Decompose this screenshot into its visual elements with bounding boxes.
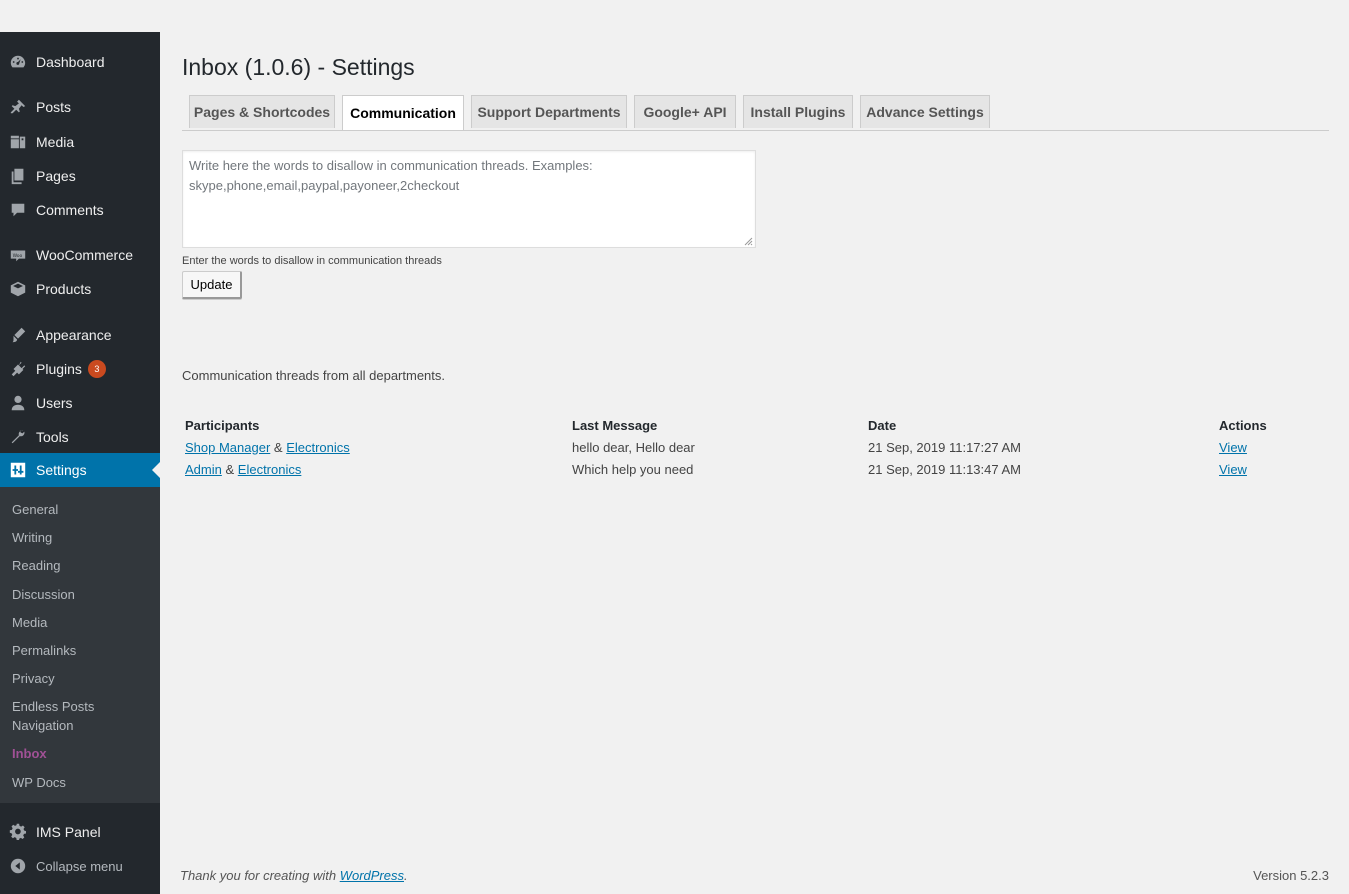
participant-link[interactable]: Electronics [238,462,302,477]
submenu-item-privacy[interactable]: Privacy [12,669,152,688]
participants-cell: Admin & Electronics [185,462,301,477]
settings-icon [8,460,28,480]
sidebar-item-label: Pages [36,168,76,184]
sidebar-item-appearance[interactable]: Appearance [0,318,160,352]
sidebar-item-users[interactable]: Users [0,386,160,420]
sidebar-item-label: Users [36,395,73,411]
sidebar-item-plugins[interactable]: Plugins 3 [0,352,160,386]
tab-install-plugins[interactable]: Install Plugins [743,95,853,128]
update-button[interactable]: Update [182,271,242,299]
column-header-participants: Participants [185,418,260,433]
sidebar-item-label: Products [36,281,92,297]
view-thread-link[interactable]: View [1219,440,1247,455]
sidebar-item-label: Media [36,134,75,150]
sidebar-item-label: Posts [36,99,72,115]
submenu-item-inbox[interactable]: Inbox [12,744,152,763]
submenu-item-endless-posts-navigation[interactable]: Endless Posts Navigation [12,697,122,735]
sidebar-item-woocommerce[interactable]: Woo WooCommerce [0,238,160,272]
submenu-item-reading[interactable]: Reading [12,556,152,575]
plugin-icon [8,359,28,379]
last-message-cell: hello dear, Hello dear [572,440,695,455]
footer-thanks-suffix: . [404,868,408,883]
sidebar-item-settings[interactable]: Settings [0,453,160,487]
settings-tabs: Pages & Shortcodes Communication Support… [182,95,1329,131]
disallowed-words-textarea[interactable] [182,150,756,248]
brush-icon [8,325,28,345]
collapse-menu-label: Collapse menu [36,858,123,874]
plugins-update-badge: 3 [87,360,106,378]
threads-info-text: Communication threads from all departmen… [182,368,446,383]
sidebar-item-label: Tools [36,429,69,445]
submenu-item-wp-docs[interactable]: WP Docs [12,773,152,792]
tab-advance-settings[interactable]: Advance Settings [860,95,990,128]
participant-separator: & [225,462,235,477]
sidebar-item-label: WooCommerce [36,247,133,263]
user-icon [8,393,28,413]
settings-submenu: General Writing Reading Discussion Media… [0,487,160,803]
resize-grip-icon[interactable] [743,236,753,246]
admin-top-bar [0,0,1349,32]
pin-icon [8,97,28,117]
submenu-item-writing[interactable]: Writing [12,528,152,547]
actions-cell: View [1219,462,1247,477]
column-header-last-message: Last Message [572,418,658,433]
view-thread-link[interactable]: View [1219,462,1247,477]
sidebar-item-posts[interactable]: Posts [0,90,160,124]
sidebar-item-label: Plugins [36,361,82,377]
footer-version: Version 5.2.3 [1253,868,1329,883]
submenu-item-permalinks[interactable]: Permalinks [12,641,152,660]
participant-link[interactable]: Electronics [286,440,350,455]
sidebar-item-pages[interactable]: Pages [0,159,160,193]
footer-thanks: Thank you for creating with WordPress. [180,868,408,883]
sidebar-item-ims-panel[interactable]: IMS Panel [0,815,160,849]
sidebar-item-label: Dashboard [36,54,105,70]
tab-pages-shortcodes[interactable]: Pages & Shortcodes [189,95,335,128]
collapse-menu-button[interactable]: Collapse menu [0,849,160,883]
date-cell: 21 Sep, 2019 11:17:27 AM [868,440,1021,455]
date-cell: 21 Sep, 2019 11:13:47 AM [868,462,1021,477]
tab-communication[interactable]: Communication [342,95,464,130]
comment-icon [8,200,28,220]
wrench-icon [8,427,28,447]
media-icon [8,132,28,152]
sidebar-item-tools[interactable]: Tools [0,420,160,454]
sidebar-item-comments[interactable]: Comments [0,193,160,227]
submenu-item-general[interactable]: General [12,500,152,519]
participant-link[interactable]: Shop Manager [185,440,270,455]
column-header-actions: Actions [1219,418,1267,433]
tab-support-departments[interactable]: Support Departments [471,95,627,128]
pages-icon [8,166,28,186]
box-icon [8,279,28,299]
gear-icon [8,822,28,842]
textarea-description: Enter the words to disallow in communica… [182,255,442,267]
wordpress-link[interactable]: WordPress [340,868,404,883]
sidebar-item-label: Settings [36,462,87,478]
sidebar-item-media[interactable]: Media [0,125,160,159]
sidebar-item-products[interactable]: Products [0,272,160,306]
admin-sidebar: Dashboard Posts Media Pages Comments Woo… [0,32,160,894]
sidebar-item-label: IMS Panel [36,824,101,840]
participant-separator: & [273,440,283,455]
participants-cell: Shop Manager & Electronics [185,440,350,455]
participant-link[interactable]: Admin [185,462,222,477]
column-header-date: Date [868,418,897,433]
footer-thanks-text: Thank you for creating with [180,868,340,883]
tab-google-api[interactable]: Google+ API [634,95,736,128]
dashboard-icon [8,52,28,72]
woo-icon: Woo [8,245,28,265]
actions-cell: View [1219,440,1247,455]
sidebar-item-label: Comments [36,202,104,218]
page-title: Inbox (1.0.6) - Settings [182,54,415,80]
submenu-item-media[interactable]: Media [12,613,152,632]
collapse-icon [8,856,28,876]
last-message-cell: Which help you need [572,462,694,477]
main-content: Inbox (1.0.6) - Settings Pages & Shortco… [160,32,1349,894]
submenu-item-discussion[interactable]: Discussion [12,585,152,604]
svg-text:Woo: Woo [13,253,23,259]
sidebar-item-label: Appearance [36,327,112,343]
sidebar-item-dashboard[interactable]: Dashboard [0,45,160,79]
